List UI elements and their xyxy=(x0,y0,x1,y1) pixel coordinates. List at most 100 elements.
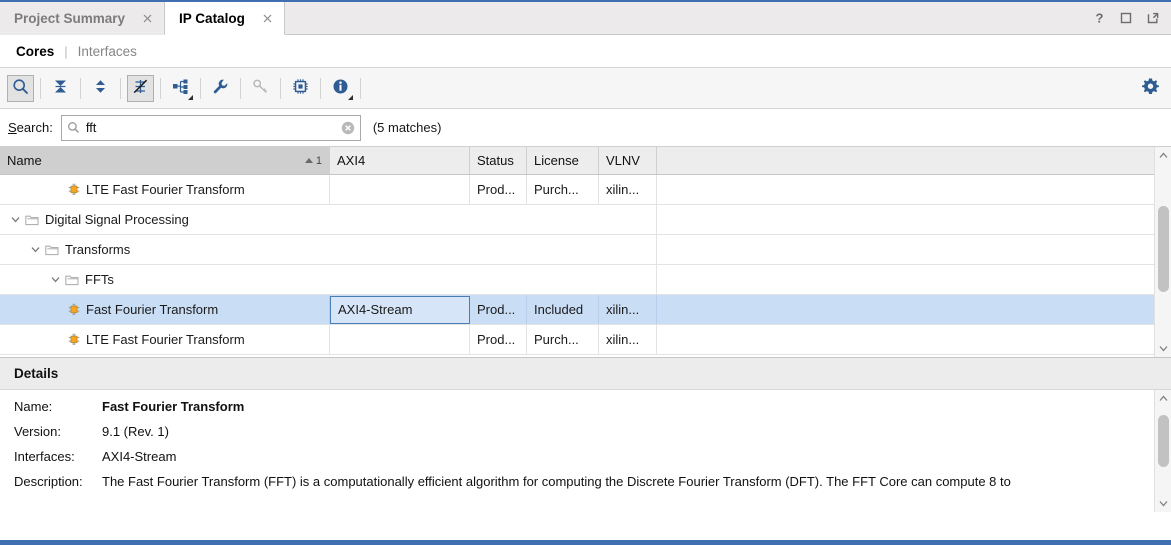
cell-name[interactable]: Digital Signal Processing xyxy=(0,205,657,234)
info-button[interactable] xyxy=(327,75,354,102)
details-header: Details xyxy=(0,357,1171,390)
cell-status[interactable] xyxy=(797,205,854,234)
column-header-axi4-label: AXI4 xyxy=(337,153,366,168)
column-header-axi4[interactable]: AXI4 xyxy=(330,147,470,174)
chevron-up-icon[interactable] xyxy=(1155,390,1171,407)
cell-status[interactable] xyxy=(797,235,854,264)
chevron-down-icon[interactable] xyxy=(8,213,22,227)
details-row-description: Description: The Fast Fourier Transform … xyxy=(0,474,1171,499)
maximize-icon[interactable] xyxy=(1118,10,1134,26)
cell-status[interactable]: Prod... xyxy=(470,325,527,354)
details-scroll-thumb[interactable] xyxy=(1157,415,1169,467)
settings-wrench-button[interactable] xyxy=(207,75,234,102)
column-header-license-label: License xyxy=(534,153,579,168)
table-scroll-thumb[interactable] xyxy=(1157,206,1169,292)
table-row-name-label: Transforms xyxy=(65,242,131,257)
license-key-button[interactable] xyxy=(247,75,274,102)
sort-indicator[interactable]: 1 xyxy=(304,154,322,167)
chevron-down-icon[interactable] xyxy=(188,94,193,100)
cell-vlnv[interactable]: xilin... xyxy=(599,295,657,324)
sort-order-label: 1 xyxy=(315,154,322,167)
search-input[interactable] xyxy=(83,119,341,136)
cell-license[interactable]: Included xyxy=(527,295,599,324)
cell-name[interactable]: Transforms xyxy=(0,235,657,264)
chevron-down-icon[interactable] xyxy=(348,94,353,100)
column-header-name[interactable]: Name 1 xyxy=(0,147,330,174)
chevron-up-icon[interactable] xyxy=(1155,147,1171,164)
help-icon[interactable]: ? xyxy=(1091,10,1107,26)
table-row[interactable]: LTE Fast Fourier Transform Prod... Purch..… xyxy=(0,325,1171,355)
chevron-down-icon[interactable] xyxy=(1155,340,1171,357)
details-value-name: Fast Fourier Transform xyxy=(102,399,245,414)
table-header-row: Name 1 AXI4 Status License VLNV xyxy=(0,147,1171,175)
expand-all-button[interactable] xyxy=(87,75,114,102)
column-header-license[interactable]: License xyxy=(527,147,599,174)
subtab-interfaces[interactable]: Interfaces xyxy=(72,44,143,59)
tab-project-summary[interactable]: Project Summary xyxy=(0,2,165,35)
details-label-version: Version: xyxy=(14,424,61,439)
close-icon[interactable] xyxy=(261,12,274,25)
collapse-all-button[interactable] xyxy=(47,75,74,102)
clear-icon[interactable] xyxy=(341,120,356,135)
search-toolbar-button[interactable] xyxy=(7,74,34,102)
cell-license[interactable] xyxy=(854,205,926,234)
cell-license[interactable]: Purch... xyxy=(527,325,599,354)
toolbar-separator xyxy=(280,77,281,99)
subtab-cores[interactable]: Cores xyxy=(10,44,60,59)
cell-axi4[interactable] xyxy=(657,235,797,264)
chevron-up-icon xyxy=(304,158,313,163)
details-value-interfaces: AXI4-Stream xyxy=(102,449,177,464)
cell-name[interactable]: Fast Fourier Transform xyxy=(0,295,330,324)
table-row[interactable]: Fast Fourier Transform AXI4-Stream Prod...… xyxy=(0,295,1171,325)
table-scroll-track[interactable] xyxy=(1155,164,1171,340)
cell-status[interactable]: Prod... xyxy=(470,175,527,204)
table-row[interactable]: LTE Fast Fourier Transform Prod... Purch..… xyxy=(0,175,1171,205)
cell-filler xyxy=(657,325,1171,354)
table-scrollbar[interactable] xyxy=(1154,147,1171,357)
search-bar: Search: (5 matches) xyxy=(0,109,1171,147)
column-header-status[interactable]: Status xyxy=(470,147,527,174)
details-label-interfaces: Interfaces: xyxy=(14,449,75,464)
chevron-down-icon[interactable] xyxy=(1155,495,1171,512)
chip-icon xyxy=(292,78,309,98)
folder-icon xyxy=(65,274,79,286)
cell-name[interactable]: LTE Fast Fourier Transform xyxy=(0,325,330,354)
details-scroll-track[interactable] xyxy=(1155,407,1171,495)
ip-core-button[interactable] xyxy=(287,75,314,102)
table-row[interactable]: Transforms xyxy=(0,235,1171,265)
chevron-down-icon[interactable] xyxy=(48,273,62,287)
cell-license[interactable] xyxy=(854,265,926,294)
cell-status[interactable]: Prod... xyxy=(470,295,527,324)
close-icon[interactable] xyxy=(141,12,154,25)
catalog-settings-gear[interactable] xyxy=(1139,77,1161,99)
svg-text:?: ? xyxy=(1095,11,1103,25)
toolbar-separator xyxy=(160,77,161,99)
cell-vlnv[interactable]: xilin... xyxy=(599,325,657,354)
search-box[interactable] xyxy=(60,114,361,141)
cell-vlnv[interactable] xyxy=(926,235,984,264)
cell-axi4[interactable] xyxy=(657,205,797,234)
chevron-down-icon[interactable] xyxy=(28,243,42,257)
table-row[interactable]: Digital Signal Processing xyxy=(0,205,1171,235)
group-by-button[interactable] xyxy=(167,75,194,102)
cell-name[interactable]: LTE Fast Fourier Transform xyxy=(0,175,330,204)
cell-axi4[interactable] xyxy=(330,175,470,204)
cell-name[interactable]: FFTs xyxy=(0,265,657,294)
cell-axi4[interactable]: AXI4-Stream xyxy=(330,295,470,324)
cell-status[interactable] xyxy=(797,265,854,294)
cell-license[interactable]: Purch... xyxy=(527,175,599,204)
tab-ip-catalog[interactable]: IP Catalog xyxy=(164,2,285,35)
cell-vlnv[interactable] xyxy=(926,205,984,234)
table-row-name-label: LTE Fast Fourier Transform xyxy=(86,332,245,347)
hide-unavailable-button[interactable] xyxy=(127,74,154,102)
cell-axi4[interactable] xyxy=(330,325,470,354)
cell-axi4[interactable] xyxy=(657,265,797,294)
cell-vlnv[interactable]: xilin... xyxy=(599,175,657,204)
float-window-icon[interactable] xyxy=(1145,10,1161,26)
cell-vlnv[interactable] xyxy=(926,265,984,294)
column-header-vlnv[interactable]: VLNV xyxy=(599,147,657,174)
cell-license[interactable] xyxy=(854,235,926,264)
table-row[interactable]: FFTs xyxy=(0,265,1171,295)
details-scrollbar[interactable] xyxy=(1154,390,1171,512)
toolbar-separator xyxy=(40,77,41,99)
